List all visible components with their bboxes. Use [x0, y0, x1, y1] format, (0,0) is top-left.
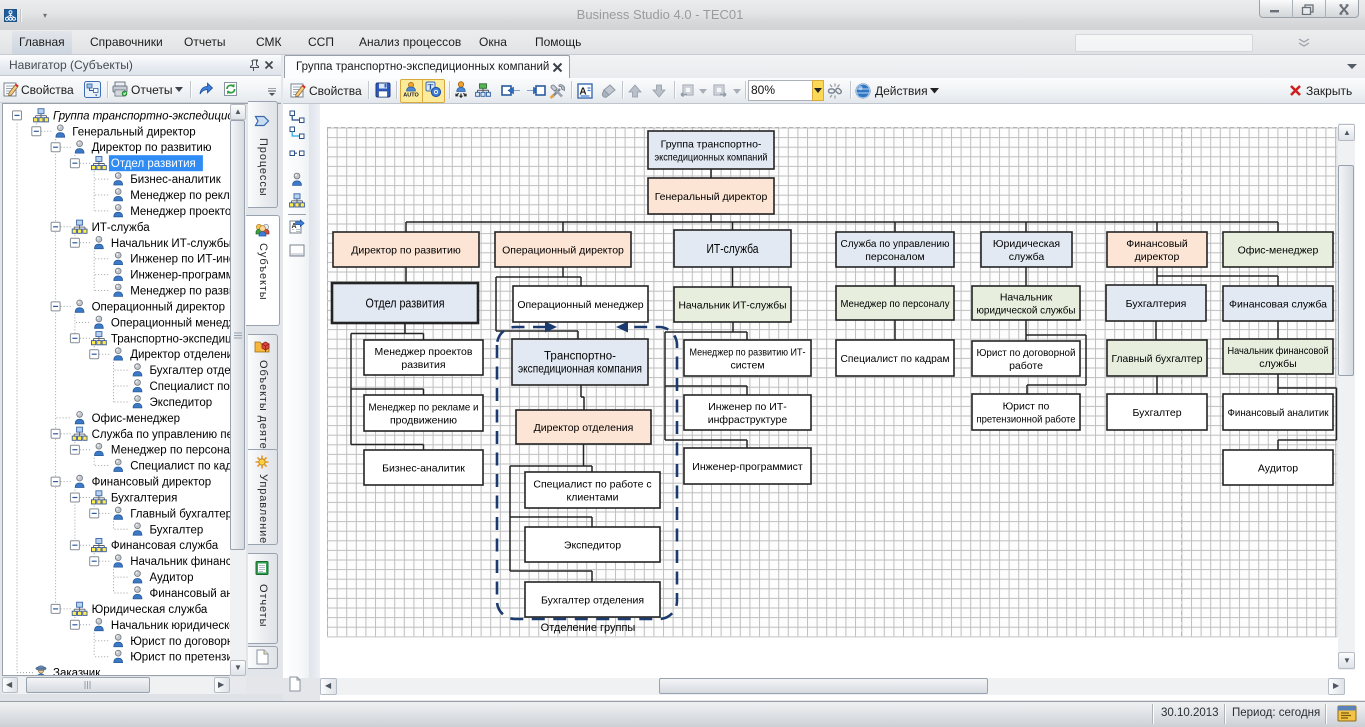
- svg-text:экспедиционных компаний: экспедиционных компаний: [655, 152, 768, 164]
- svg-text:Юрист по: Юрист по: [1003, 401, 1050, 413]
- svg-text:Юридическая служба: Юридическая служба: [92, 604, 208, 616]
- svg-text:Финансовый аналитик: Финансовый аналитик: [1228, 407, 1329, 419]
- svg-text:Служба по управлению: Служба по управлению: [841, 238, 950, 250]
- svg-text:Транспортно-экспедицион: Транспортно-экспедицион: [111, 333, 246, 345]
- svg-text:Финансовый ана: Финансовый ана: [150, 588, 240, 600]
- svg-text:Менеджер проектов разв: Менеджер проектов разв: [130, 206, 246, 218]
- svg-text:Бухгалтерия: Бухгалтерия: [111, 493, 177, 505]
- svg-text:Отдел развития: Отдел развития: [111, 158, 196, 170]
- svg-text:Инженер по ИТ-инфрастру: Инженер по ИТ-инфрастру: [130, 254, 246, 266]
- svg-text:ИТ-служба: ИТ-служба: [707, 242, 759, 256]
- svg-text:систем: систем: [730, 360, 764, 372]
- svg-text:Бизнес-аналитик: Бизнес-аналитик: [382, 462, 465, 474]
- svg-text:директор: директор: [1135, 251, 1180, 263]
- svg-text:Юрист по договорной: Юрист по договорной: [977, 347, 1076, 359]
- svg-text:персоналом: персоналом: [865, 251, 925, 263]
- svg-text:Менеджер по рекламе и пр: Менеджер по рекламе и пр: [130, 190, 246, 202]
- svg-text:инфраструктуре: инфраструктуре: [708, 414, 788, 426]
- svg-text:Директор отделения: Директор отделения: [130, 349, 239, 361]
- svg-text:служба: служба: [1009, 251, 1045, 263]
- svg-text:Заказчик: Заказчик: [53, 668, 101, 676]
- svg-text:Главный бухгалтер: Главный бухгалтер: [1112, 353, 1203, 365]
- svg-text:AUTO: AUTO: [403, 93, 419, 99]
- svg-text:Офис-менеджер: Офис-менеджер: [1238, 244, 1319, 256]
- svg-text:Директор по развитию: Директор по развитию: [92, 142, 212, 154]
- svg-text:Бухгалтер: Бухгалтер: [1132, 407, 1181, 419]
- svg-text:Операционный менеджер: Операционный менеджер: [517, 299, 643, 311]
- svg-text:Офис-менеджер: Офис-менеджер: [92, 413, 180, 425]
- svg-text:развития: развития: [401, 359, 445, 371]
- svg-text:клиентами: клиентами: [567, 492, 619, 504]
- svg-text:Начальник юридической: Начальник юридической: [111, 620, 242, 632]
- svg-text:Начальник ИТ-службы: Начальник ИТ-службы: [679, 299, 787, 311]
- svg-text:ИТ-служба: ИТ-служба: [92, 222, 151, 234]
- svg-text:Операционный директор: Операционный директор: [502, 244, 624, 256]
- svg-text:Отдел развития: Отдел развития: [366, 297, 445, 311]
- svg-text:Менеджер по развитию ИТ-: Менеджер по развитию ИТ-: [690, 347, 806, 359]
- svg-text:Аудитор: Аудитор: [150, 572, 194, 584]
- svg-text:Менеджер по рекламе и: Менеджер по рекламе и: [369, 402, 479, 414]
- svg-text:Специалист по кадрам: Специалист по кадрам: [841, 353, 950, 365]
- svg-text:Специалист по работе с: Специалист по работе с: [533, 479, 651, 491]
- svg-text:Финансовая служба: Финансовая служба: [111, 540, 219, 552]
- svg-text:Начальник ИТ-службы: Начальник ИТ-службы: [111, 238, 232, 250]
- svg-text:Финансовый директор: Финансовый директор: [92, 477, 212, 489]
- svg-text:Отделение группы: Отделение группы: [541, 622, 636, 634]
- svg-text:Экспедитор: Экспедитор: [564, 539, 621, 551]
- svg-text:Инженер-программист: Инженер-программист: [130, 270, 246, 282]
- svg-text:Транспортно-: Транспортно-: [544, 351, 616, 363]
- svg-text:Инженер по ИТ-: Инженер по ИТ-: [708, 401, 787, 413]
- svg-text:Главный бухгалтер: Главный бухгалтер: [130, 508, 232, 520]
- svg-text:работе: работе: [1009, 360, 1043, 372]
- svg-text:службы: службы: [1259, 358, 1296, 370]
- svg-text:Менеджер по персоналу: Менеджер по персоналу: [111, 445, 243, 457]
- svg-text:Начальник финансо: Начальник финансо: [130, 556, 238, 568]
- svg-text:Инженер-программист: Инженер-программист: [692, 461, 803, 473]
- svg-text:Директор отделения: Директор отделения: [534, 422, 634, 434]
- svg-text:Группа транспортно-экспедицион: Группа транспортно-экспедиционных: [53, 110, 246, 122]
- svg-text:Экспедитор: Экспедитор: [150, 397, 213, 409]
- svg-text:Юрист по претензио: Юрист по претензио: [130, 652, 239, 664]
- svg-text:Аудитор: Аудитор: [1258, 462, 1298, 474]
- svg-text:Менеджер по развитию ИТ: Менеджер по развитию ИТ: [130, 286, 246, 298]
- svg-text:Группа транспортно-: Группа транспортно-: [661, 139, 762, 151]
- svg-text:Юридическая: Юридическая: [993, 238, 1060, 250]
- svg-text:Бухгалтер отделения: Бухгалтер отделения: [541, 594, 644, 606]
- svg-text:юридической службы: юридической службы: [977, 305, 1076, 317]
- svg-text:экспедиционная компания: экспедиционная компания: [518, 364, 642, 376]
- svg-text:претензионной работе: претензионной работе: [977, 414, 1076, 426]
- svg-text:Генеральный директор: Генеральный директор: [72, 126, 195, 138]
- svg-text:продвижению: продвижению: [390, 415, 457, 427]
- svg-text:Бухгалтер: Бухгалтер: [150, 524, 204, 536]
- svg-text:Служба по управлению перс: Служба по управлению перс: [92, 429, 246, 441]
- svg-text:Менеджер проектов: Менеджер проектов: [375, 346, 473, 358]
- svg-text:Менеджер по персоналу: Менеджер по персоналу: [841, 298, 951, 310]
- svg-text:Начальник: Начальник: [1000, 292, 1053, 304]
- svg-text:Юрист по договорно: Юрист по договорно: [130, 636, 239, 648]
- svg-text:Бизнес-аналитик: Бизнес-аналитик: [130, 174, 222, 186]
- svg-text:Директор по развитию: Директор по развитию: [351, 244, 461, 256]
- svg-text:Финансовая служба: Финансовая служба: [1229, 298, 1327, 310]
- svg-text:Бухгалтерия: Бухгалтерия: [1126, 298, 1187, 310]
- svg-text:Финансовый: Финансовый: [1126, 238, 1188, 250]
- svg-text:Начальник финансовой: Начальник финансовой: [1228, 345, 1329, 357]
- svg-text:Операционный менеджер: Операционный менеджер: [111, 317, 246, 329]
- svg-text:Специалист по кадра: Специалист по кадра: [130, 461, 245, 473]
- svg-text:Операционный директор: Операционный директор: [92, 301, 225, 313]
- svg-text:Генеральный директор: Генеральный директор: [655, 191, 768, 203]
